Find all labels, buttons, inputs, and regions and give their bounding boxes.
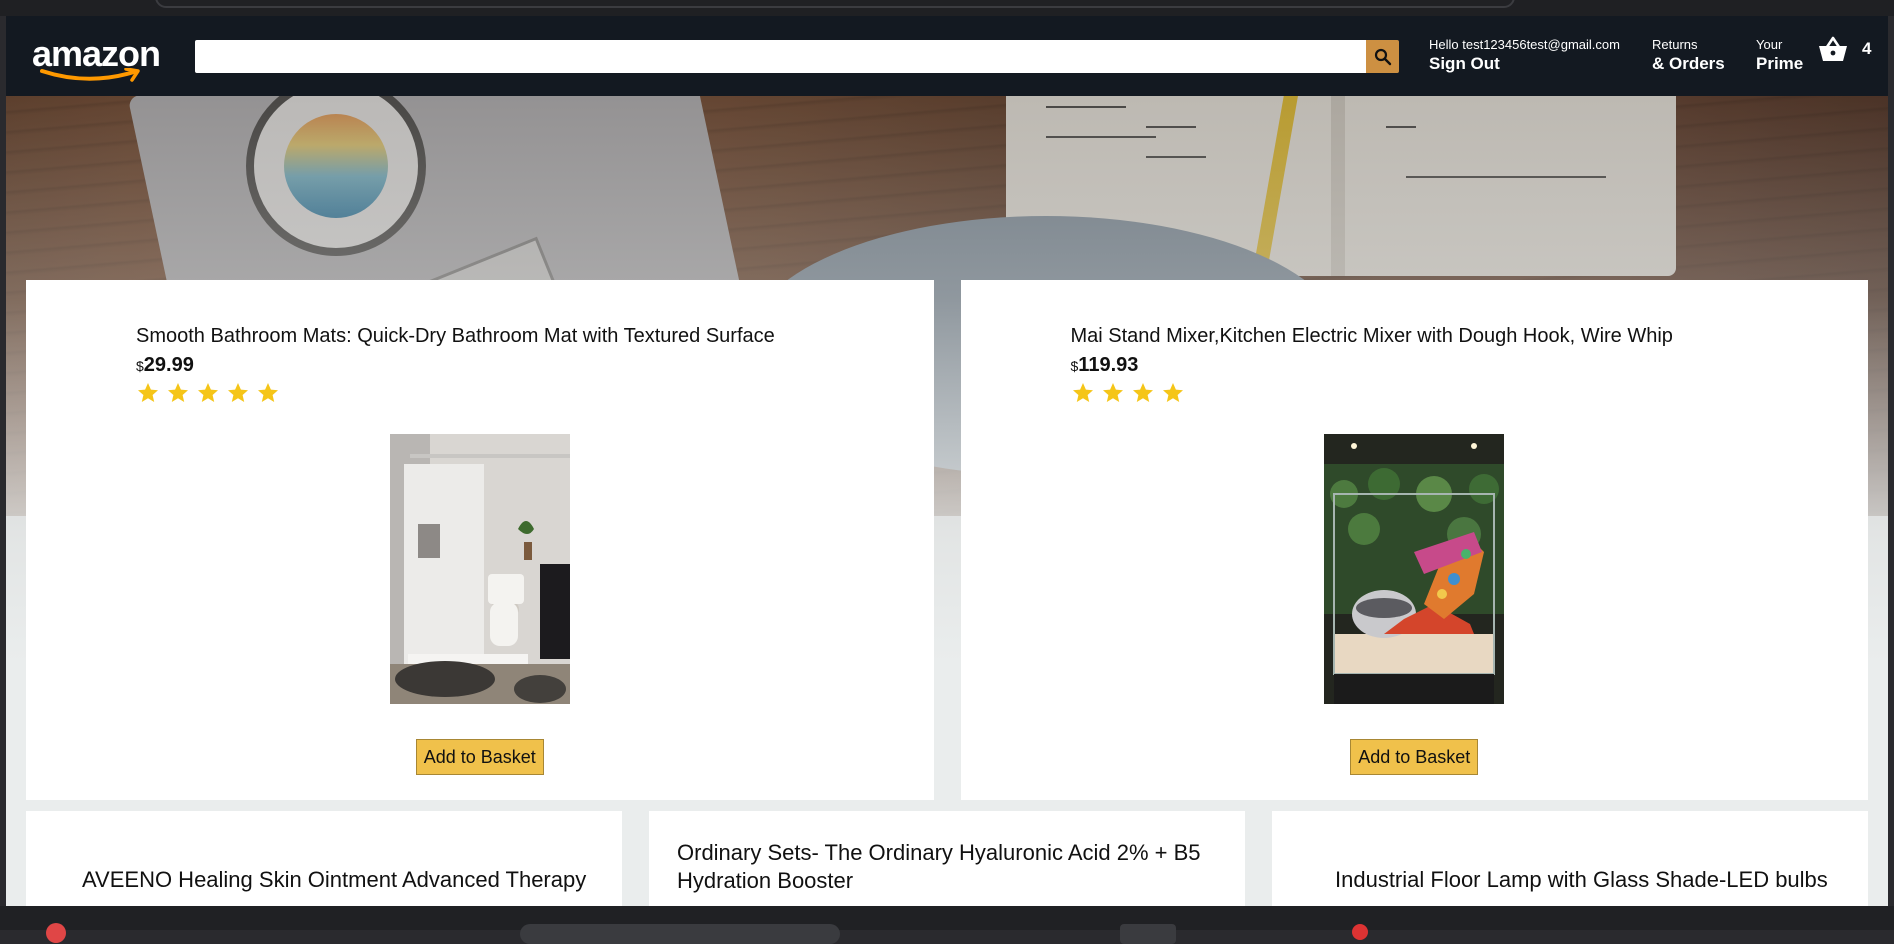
star-icon xyxy=(1102,383,1123,402)
product-row-2: AVEENO Healing Skin Ointment Advanced Th… xyxy=(26,811,1868,906)
price-value: 29.99 xyxy=(143,354,194,376)
product-title: Industrial Floor Lamp with Glass Shade-L… xyxy=(1335,867,1828,892)
page-viewport: amazon Hello test123456test@gmail.com Si… xyxy=(6,16,1888,906)
logo-smile-icon xyxy=(40,68,140,82)
taskbar-app-icon[interactable] xyxy=(1352,924,1368,940)
basket-count: 4 xyxy=(1862,39,1872,58)
product-rating xyxy=(1071,381,1673,405)
product-title: Ordinary Sets- The Ordinary Hyaluronic A… xyxy=(677,840,1201,893)
os-taskbar xyxy=(0,906,1894,944)
price-value: 119.93 xyxy=(1078,354,1139,376)
search-input[interactable] xyxy=(195,40,1366,73)
user-greeting: Hello test123456test@gmail.com xyxy=(1429,37,1620,52)
taskbar-app-icon[interactable] xyxy=(1120,924,1176,944)
returns-label: Returns xyxy=(1652,37,1698,52)
basket-icon xyxy=(1819,36,1847,61)
product-card: AVEENO Healing Skin Ointment Advanced Th… xyxy=(26,811,622,906)
add-to-basket-button[interactable]: Add to Basket xyxy=(415,739,544,775)
product-card: Ordinary Sets- The Ordinary Hyaluronic A… xyxy=(649,811,1245,906)
product-info: Smooth Bathroom Mats: Quick-Dry Bathroom… xyxy=(136,322,775,405)
star-icon xyxy=(138,383,158,402)
browser-tab-strip xyxy=(0,0,1894,16)
star-icon xyxy=(228,383,248,402)
product-row-1: Smooth Bathroom Mats: Quick-Dry Bathroom… xyxy=(26,280,1868,800)
product-card: Smooth Bathroom Mats: Quick-Dry Bathroom… xyxy=(26,280,934,800)
star-icon xyxy=(1072,383,1093,402)
price-currency: $ xyxy=(136,358,144,374)
basket-button[interactable]: 4 xyxy=(1818,36,1871,62)
your-label: Your xyxy=(1756,37,1783,52)
product-card: Industrial Floor Lamp with Glass Shade-L… xyxy=(1272,811,1868,906)
search-icon xyxy=(1374,48,1391,65)
search-button[interactable] xyxy=(1366,40,1399,73)
stand-mixer-photo-image xyxy=(1324,434,1505,704)
amazon-logo[interactable]: amazon xyxy=(32,36,172,84)
taskbar-notification-icon[interactable] xyxy=(46,923,66,943)
nav-account-signout[interactable]: Hello test123456test@gmail.com Sign Out xyxy=(1429,37,1620,74)
orders-label: & Orders xyxy=(1652,54,1725,73)
top-navbar: amazon Hello test123456test@gmail.com Si… xyxy=(6,16,1888,96)
sign-out-link[interactable]: Sign Out xyxy=(1429,53,1620,74)
product-info: Mai Stand Mixer,Kitchen Electric Mixer w… xyxy=(1071,322,1673,405)
product-title: Mai Stand Mixer,Kitchen Electric Mixer w… xyxy=(1070,325,1673,347)
bathroom-photo-image xyxy=(389,434,570,704)
nav-your-prime[interactable]: Your Prime xyxy=(1756,37,1803,74)
product-price: $29.99 xyxy=(136,354,775,377)
product-title: Smooth Bathroom Mats: Quick-Dry Bathroom… xyxy=(136,325,775,347)
product-rating xyxy=(136,381,775,405)
stand-mixer-photo xyxy=(1324,434,1505,704)
browser-address-bar[interactable] xyxy=(155,0,1515,8)
product-card: Mai Stand Mixer,Kitchen Electric Mixer w… xyxy=(960,280,1868,800)
logo-text: amazon xyxy=(32,33,161,74)
star-icon xyxy=(168,383,188,402)
prime-label: Prime xyxy=(1756,54,1804,73)
nav-returns-orders[interactable]: Returns & Orders xyxy=(1652,37,1725,74)
taskbar-search[interactable] xyxy=(520,924,840,944)
search-bar xyxy=(195,40,1399,73)
star-icon xyxy=(258,383,278,402)
star-icon xyxy=(1132,383,1153,402)
bathroom-photo xyxy=(389,434,570,704)
star-icon xyxy=(198,383,218,402)
product-title: AVEENO Healing Skin Ointment Advanced Th… xyxy=(82,867,587,892)
product-price: $119.93 xyxy=(1071,354,1673,377)
add-to-basket-button[interactable]: Add to Basket xyxy=(1350,739,1479,775)
star-icon xyxy=(1162,383,1183,402)
